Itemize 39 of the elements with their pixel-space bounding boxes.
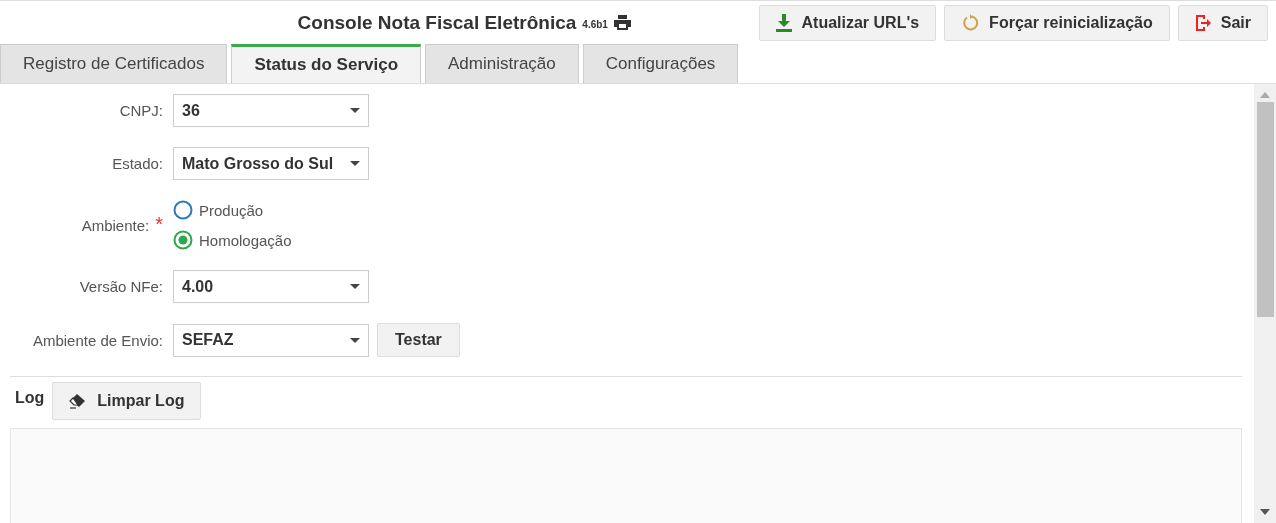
refresh-button[interactable]: Forçar reinicialização xyxy=(944,4,1170,41)
log-title: Log xyxy=(15,389,45,407)
field-label: Estado: xyxy=(112,155,163,172)
tab[interactable]: Registro de Certificados xyxy=(0,44,228,83)
radio-button[interactable] xyxy=(173,230,193,250)
scrollbar-thumb[interactable] xyxy=(1256,102,1274,317)
scroll-down-icon[interactable] xyxy=(1260,509,1270,515)
radio-button[interactable] xyxy=(173,200,193,220)
field-label: Versão NFe: xyxy=(79,278,163,295)
caret-icon xyxy=(350,161,360,166)
version-label: 4.6b1 xyxy=(582,18,608,30)
field-label: CNPJ: xyxy=(119,102,163,119)
scrollbar[interactable] xyxy=(1254,84,1276,523)
select-field[interactable]: Mato Grosso do Sul xyxy=(173,147,369,180)
tab[interactable]: Status do Serviço xyxy=(231,44,422,83)
test-button[interactable]: Testar xyxy=(377,323,460,357)
refresh-icon xyxy=(961,13,980,32)
field-label: Ambiente de Envio: xyxy=(32,331,163,349)
field-label: Ambiente: xyxy=(81,216,150,234)
tab[interactable]: Administração xyxy=(425,44,579,83)
scroll-up-icon[interactable] xyxy=(1260,92,1270,98)
tab[interactable]: Configurações xyxy=(582,44,739,83)
download-icon xyxy=(775,13,792,32)
select-field[interactable]: SEFAZ xyxy=(173,323,369,357)
exit-icon xyxy=(1194,13,1211,32)
required-mark: * xyxy=(155,216,163,234)
select-field[interactable]: 4.00 xyxy=(173,270,369,303)
caret-icon xyxy=(350,284,360,289)
clear-log-button[interactable]: Limpar Log xyxy=(52,382,202,420)
radio-label: Produção xyxy=(199,201,264,219)
printer-icon[interactable] xyxy=(613,15,631,30)
eraser-icon xyxy=(69,393,88,409)
caret-icon xyxy=(350,108,360,113)
app-title: Console Nota Fiscal Eletrônica xyxy=(297,11,577,34)
download-button[interactable]: Atualizar URL's xyxy=(758,4,937,41)
select-field[interactable]: 36 xyxy=(173,94,369,127)
caret-icon xyxy=(350,337,360,343)
exit-button[interactable]: Sair xyxy=(1177,4,1268,41)
radio-label: Homologação xyxy=(199,231,292,249)
